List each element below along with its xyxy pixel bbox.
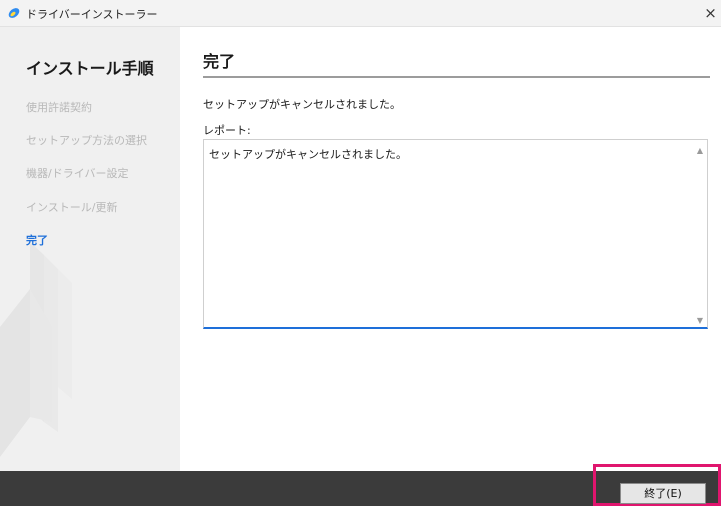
status-message: セットアップがキャンセルされました。 [203,98,401,111]
report-textarea[interactable]: セットアップがキャンセルされました。 ▲ ▼ [203,139,708,329]
close-button[interactable]: × [700,0,721,26]
app-icon [8,8,20,18]
steps-sidebar: インストール手順 使用許諾契約 セットアップ方法の選択 機器/ドライバー設定 イ… [0,27,180,471]
page-title: 完了 [203,52,236,71]
finish-button[interactable]: 終了(E) [620,483,706,504]
window-title: ドライバーインストーラー [26,8,158,21]
scroll-up-arrow-icon[interactable]: ▲ [694,146,706,156]
sidebar-heading: インストール手順 [26,59,154,78]
step-license-agreement: 使用許諾契約 [26,101,92,114]
step-complete: 完了 [26,234,48,247]
report-label: レポート: [203,124,251,137]
title-divider [203,76,710,78]
step-install-update: インストール/更新 [26,201,118,214]
step-setup-method: セットアップ方法の選択 [26,134,147,147]
title-bar: ドライバーインストーラー × [0,0,721,27]
step-device-driver-settings: 機器/ドライバー設定 [26,167,129,180]
report-text: セットアップがキャンセルされました。 [209,148,407,161]
sidebar-arrow-decoration [0,242,72,457]
scroll-down-arrow-icon[interactable]: ▼ [694,316,706,326]
